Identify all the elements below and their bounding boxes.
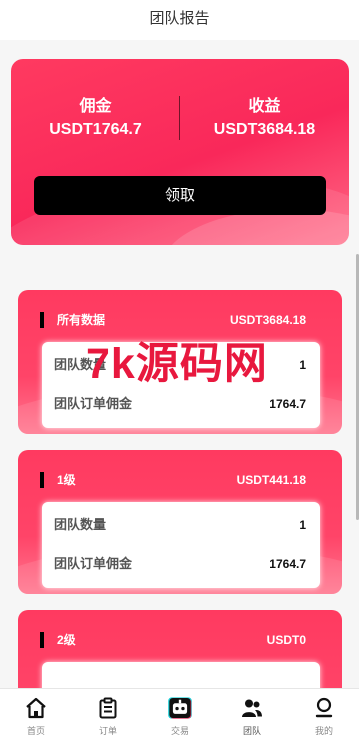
row-label: 团队数量 bbox=[54, 517, 107, 532]
robot-icon bbox=[168, 697, 192, 719]
card-amount: USDT441.18 bbox=[236, 473, 306, 487]
tab-trade[interactable]: 交易 bbox=[144, 689, 216, 740]
tab-label: 订单 bbox=[98, 726, 117, 736]
tab-home[interactable]: 首页 bbox=[0, 689, 72, 740]
section-marker bbox=[40, 472, 44, 488]
watermark: 7k源码网 bbox=[86, 340, 268, 388]
team-commission-row: 团队订单佣金 1764.7 bbox=[54, 394, 308, 414]
earnings-stat: 收益 USDT3684.18 bbox=[180, 96, 349, 141]
earnings-label: 收益 bbox=[248, 98, 281, 115]
card-details: 团队数量 1 团队订单佣金 1764.7 bbox=[42, 502, 320, 588]
profile-icon bbox=[315, 697, 333, 718]
commission-value: USDT1764.7 bbox=[49, 121, 142, 138]
row-label: 团队订单佣金 bbox=[54, 556, 133, 571]
top-bar: 团队报告 bbox=[0, 0, 359, 40]
tab-label: 首页 bbox=[26, 726, 45, 736]
clipboard-icon bbox=[99, 697, 117, 719]
home-icon bbox=[26, 697, 46, 719]
bottom-tab-bar: 首页 订单 交易 团队 我的 bbox=[0, 688, 359, 740]
claim-button[interactable]: 领取 bbox=[34, 176, 326, 215]
tab-profile[interactable]: 我的 bbox=[288, 689, 359, 740]
tab-label: 团队 bbox=[242, 726, 261, 736]
row-value: 1 bbox=[299, 358, 306, 372]
section-marker bbox=[40, 312, 44, 328]
tab-team[interactable]: 团队 bbox=[216, 689, 288, 740]
row-label: 团队订单佣金 bbox=[54, 396, 133, 411]
page-title: 团队报告 bbox=[149, 10, 210, 27]
team-count-row: 团队数量 1 bbox=[54, 515, 308, 535]
card-amount: USDT3684.18 bbox=[229, 313, 306, 327]
summary-card: 佣金 USDT1764.7 收益 USDT3684.18 领取 bbox=[11, 59, 349, 245]
card-label: 1级 bbox=[57, 473, 76, 487]
tab-label: 交易 bbox=[170, 726, 189, 736]
team-icon bbox=[242, 699, 262, 717]
tab-orders[interactable]: 订单 bbox=[72, 689, 144, 740]
team-commission-row: 团队订单佣金 1764.7 bbox=[54, 554, 308, 574]
card-details bbox=[42, 662, 320, 688]
level-2-card: 2级 USDT0 bbox=[18, 610, 342, 688]
card-amount: USDT0 bbox=[266, 633, 306, 647]
card-label: 所有数据 bbox=[57, 313, 106, 327]
card-label: 2级 bbox=[57, 633, 76, 647]
section-marker bbox=[40, 632, 44, 648]
level-1-card: 1级 USDT441.18 团队数量 1 团队订单佣金 1764.7 bbox=[18, 450, 342, 594]
row-value: 1 bbox=[299, 518, 306, 532]
commission-label: 佣金 bbox=[79, 98, 112, 115]
row-value: 1764.7 bbox=[269, 557, 306, 571]
earnings-value: USDT3684.18 bbox=[213, 121, 316, 138]
row-value: 1764.7 bbox=[269, 397, 306, 411]
commission-stat: 佣金 USDT1764.7 bbox=[11, 96, 180, 141]
tab-label: 我的 bbox=[314, 726, 333, 736]
